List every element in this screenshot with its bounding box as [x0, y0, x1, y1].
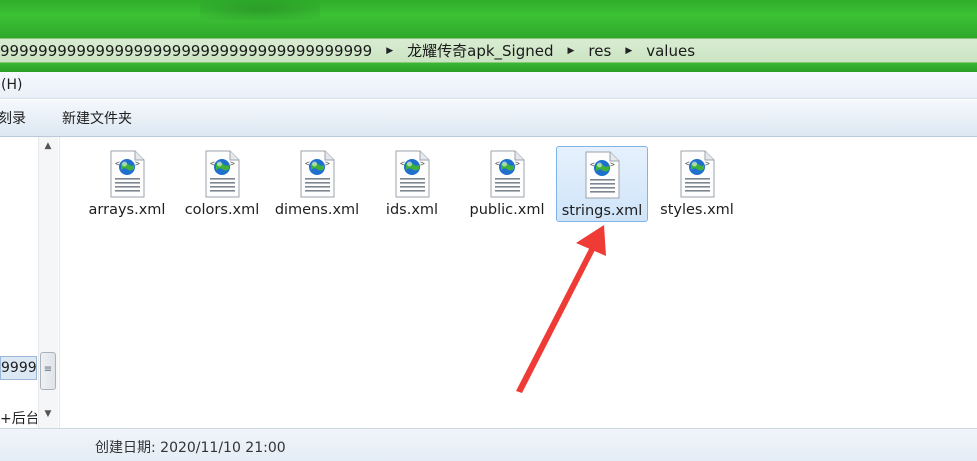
svg-text:>: > [325, 159, 330, 168]
xml-file-icon: < > [676, 150, 718, 198]
breadcrumb-separator-icon[interactable]: ▶ [378, 46, 401, 56]
burn-button[interactable]: 刻录 [0, 108, 26, 128]
file-name: strings.xml [561, 203, 643, 219]
svg-text:>: > [420, 159, 425, 168]
svg-text:>: > [135, 159, 140, 168]
titlebar-glow [200, 0, 320, 20]
breadcrumb-segment-2[interactable]: 龙耀传奇apk_Signed [401, 40, 559, 61]
breadcrumb-separator-icon[interactable]: ▶ [617, 46, 640, 56]
file-name: colors.xml [184, 202, 260, 218]
file-item[interactable]: < > public.xml [461, 146, 553, 222]
xml-file-icon: < > [106, 150, 148, 198]
svg-text:>: > [705, 159, 710, 168]
new-folder-button[interactable]: 新建文件夹 [62, 108, 132, 128]
scroll-up-icon[interactable]: ▲ [39, 141, 57, 155]
breadcrumb-segment-3[interactable]: res [582, 42, 617, 60]
file-name: arrays.xml [88, 202, 166, 218]
address-bar[interactable]: 999999999999999999999999999999999999999 … [0, 38, 977, 63]
breadcrumb-segment-4[interactable]: values [640, 42, 701, 60]
scroll-down-icon[interactable]: ▼ [39, 409, 57, 423]
nav-item-selected[interactable]: 999999 [0, 356, 37, 380]
nav-item[interactable]: +后台 [0, 409, 37, 429]
file-item[interactable]: < > arrays.xml [81, 146, 173, 222]
xml-file-icon: < > [201, 150, 243, 198]
scrollbar-thumb[interactable]: ≡ [40, 352, 56, 390]
xml-file-icon: < > [296, 150, 338, 198]
svg-text:>: > [610, 160, 615, 169]
details-pane: 创建日期: 2020/11/10 21:00 [0, 428, 977, 461]
file-item[interactable]: < > strings.xml [556, 146, 648, 222]
svg-text:>: > [230, 159, 235, 168]
xml-file-icon: < > [581, 151, 623, 199]
window-frame-strip [0, 63, 977, 72]
file-item[interactable]: < > styles.xml [651, 146, 743, 222]
file-item[interactable]: < > dimens.xml [271, 146, 363, 222]
file-item[interactable]: < > colors.xml [176, 146, 268, 222]
file-name: dimens.xml [274, 202, 360, 218]
created-date: 创建日期: 2020/11/10 21:00 [95, 440, 286, 456]
svg-text:>: > [515, 159, 520, 168]
breadcrumb-separator-icon[interactable]: ▶ [560, 46, 583, 56]
xml-file-icon: < > [486, 150, 528, 198]
file-list[interactable]: < > arrays.xml < > colors.xml < > dimens… [60, 137, 977, 428]
xml-file-icon: < > [391, 150, 433, 198]
file-name: ids.xml [385, 202, 439, 218]
breadcrumb-segment-1[interactable]: 999999999999999999999999999999999999999 [0, 42, 378, 60]
window-titlebar[interactable] [0, 0, 977, 38]
file-name: public.xml [469, 202, 545, 218]
file-item[interactable]: < > ids.xml [366, 146, 458, 222]
nav-scrollbar[interactable]: ▲ ≡ ▼ [38, 137, 58, 428]
menu-bar: (H) [0, 72, 977, 99]
menu-help[interactable]: (H) [0, 77, 26, 93]
command-toolbar: 刻录 新建文件夹 [0, 100, 977, 137]
file-name: styles.xml [660, 202, 734, 218]
